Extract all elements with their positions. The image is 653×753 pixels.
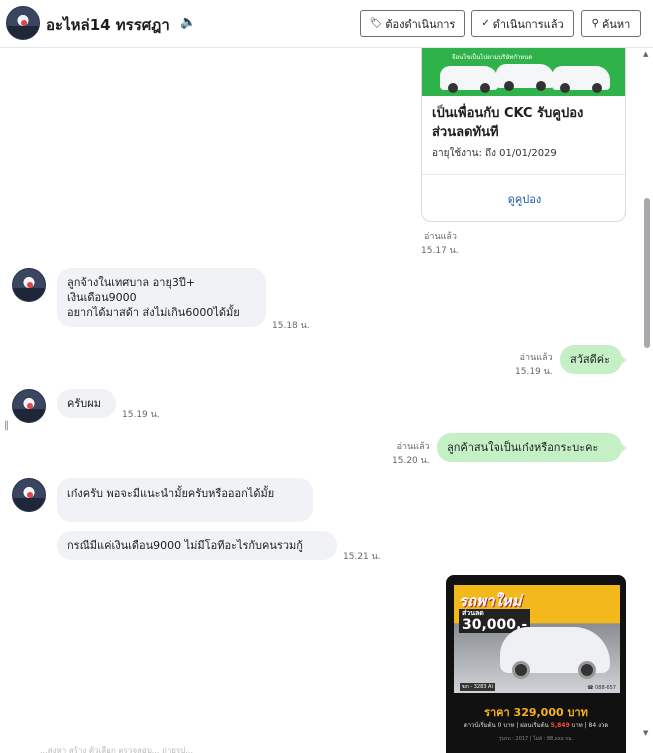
chat-header: อะไหล่14 ทรรศฎา 🔈 🏷 ต้องดำเนินการ ✓ ดำเน…	[0, 0, 653, 48]
search-icon: ⚲	[591, 18, 599, 29]
promo-image[interactable]: รถพาใหม่ ส่วนลด 30,000.- ฆก - 3283 AI ☎ 0…	[446, 575, 626, 753]
contact-name[interactable]: อะไหล่14 ทรรศฎา	[46, 13, 170, 37]
panel-resize-handle[interactable]: ‖	[4, 420, 9, 431]
read-receipt: อ่านแล้ว	[396, 442, 430, 452]
view-coupon-link[interactable]: ดูคูปอง	[422, 190, 625, 208]
speaker-icon[interactable]: 🔈	[180, 15, 196, 30]
scrollbar-thumb[interactable]	[644, 198, 650, 348]
message-line: ลูกจ้างในเทศบาล อายุ3ปี+	[67, 276, 196, 289]
truck-image	[552, 66, 610, 93]
message-time: 15.19 น.	[515, 367, 553, 377]
incoming-message: เก๋งครับ พอจะมีแนะนำมั้ยครับหรือออกได้มั…	[57, 478, 313, 522]
sender-avatar[interactable]	[12, 389, 46, 423]
read-receipt: อ่านแล้ว	[519, 353, 553, 363]
promo-photo: รถพาใหม่ ส่วนลด 30,000.- ฆก - 3283 AI ☎ 0…	[454, 585, 620, 693]
search-button-label: ค้นหา	[602, 17, 631, 31]
terms-amount: 5,849	[550, 722, 570, 729]
promo-price: ราคา 329,000 บาท	[484, 706, 588, 719]
outgoing-message: ลูกค้าสนใจเป็นเก๋งหรือกระบะคะ	[437, 433, 627, 462]
incoming-message: กรณีมีแค่เงินเดือน9000 ไม่มีโอทีอะไรกับค…	[57, 531, 337, 560]
promo-discount-label: ส่วนลด	[462, 609, 484, 617]
car-image	[496, 64, 554, 91]
banner-caption: จีอนไขเป็นไปตามบริษัทกำหนด	[452, 54, 533, 61]
coupon-title: เป็นเพื่อนกับ CKC รับคูปองส่วนลดทันที	[432, 106, 584, 140]
message-time: 15.19 น.	[122, 410, 160, 420]
search-button[interactable]: ⚲ ค้นหา	[581, 10, 641, 37]
outgoing-message: สวัสดีค่ะ	[560, 345, 627, 374]
license-plate: ฆก - 3283 AI	[460, 683, 495, 691]
coupon-banner-image: จีอนไขเป็นไปตามบริษัทกำหนด	[422, 48, 625, 96]
done-icon: ✓	[481, 18, 490, 29]
pending-icon: 🏷	[369, 18, 383, 29]
sender-avatar[interactable]	[12, 478, 46, 512]
message-time: 15.20 น.	[392, 456, 430, 466]
car-image	[440, 66, 498, 93]
done-button[interactable]: ✓ ดำเนินการแล้ว	[471, 10, 574, 37]
incoming-message: ครับผม	[57, 389, 116, 418]
done-button-label: ดำเนินการแล้ว	[492, 17, 564, 31]
message-time: 15.21 น.	[343, 552, 381, 562]
pending-button[interactable]: 🏷 ต้องดำเนินการ	[360, 10, 465, 37]
message-meta: อ่านแล้ว 15.19 น.	[515, 350, 553, 378]
promo-phone: ☎ 088-657	[587, 685, 616, 691]
composer-hint: ...ส่งหา สร้าง ตัวเลือก ตรวจสอบ... ถ่ายร…	[40, 746, 193, 753]
sender-avatar[interactable]	[12, 268, 46, 302]
pending-button-label: ต้องดำเนินการ	[385, 17, 456, 31]
scroll-down-icon[interactable]: ▼	[643, 729, 648, 737]
promo-terms: ดาวน์เริ่มต้น 0 บาท | ผ่อนเริ่มต้น 5,849…	[446, 720, 626, 730]
scroll-up-icon[interactable]: ▲	[643, 50, 648, 58]
message-line: เงินเดือน9000	[67, 291, 137, 304]
read-receipt: อ่านแล้ว	[424, 232, 457, 242]
message-time: 15.18 น.	[272, 321, 310, 331]
contact-avatar[interactable]	[6, 6, 40, 40]
divider	[422, 174, 625, 175]
car-image	[500, 627, 610, 679]
terms-text: บาท | 84 งวด	[571, 722, 609, 729]
message-time: 15.17 น.	[421, 246, 459, 256]
incoming-message: ลูกจ้างในเทศบาล อายุ3ปี+ เงินเดือน9000 อ…	[57, 268, 266, 327]
coupon-card: จีอนไขเป็นไปตามบริษัทกำหนด เป็นเพื่อนกับ…	[421, 48, 626, 222]
message-meta: อ่านแล้ว 15.20 น.	[392, 439, 430, 467]
terms-text: ดาวน์เริ่มต้น 0 บาท | ผ่อนเริ่มต้น	[463, 722, 549, 729]
chat-scrollbar[interactable]: ▲ ▼	[641, 48, 653, 753]
coupon-expiry: อายุใช้งาน: ถึง 01/01/2029	[432, 148, 557, 159]
promo-details: รุ่นรถ : 2017 | ไมล์ : 88,xxx กม.	[498, 736, 574, 742]
message-meta: อ่านแล้ว 15.17 น.	[421, 229, 459, 257]
message-line: อยากได้มาสด้า ส่งไม่เกิน6000ได้มั้ย	[67, 306, 240, 319]
